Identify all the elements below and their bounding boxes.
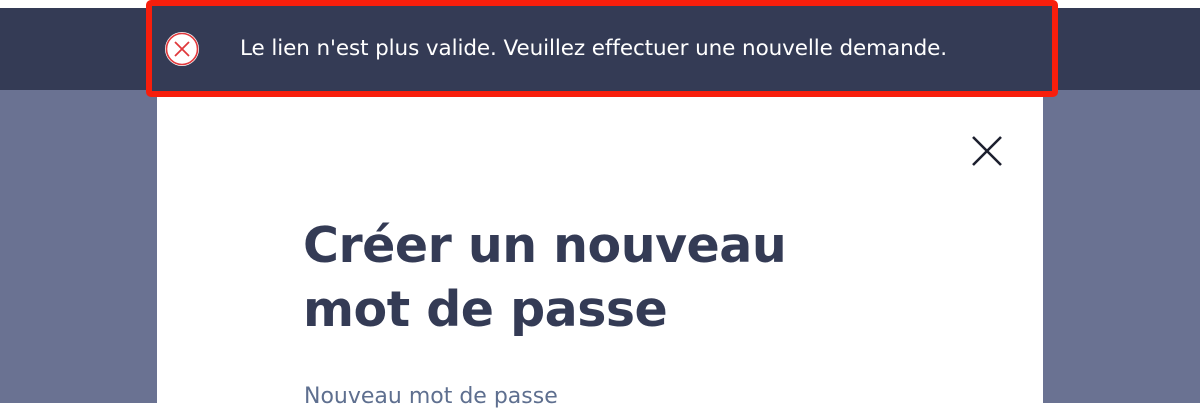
error-circle-icon: [164, 31, 200, 67]
new-password-label: Nouveau mot de passe: [304, 384, 558, 409]
create-password-modal: Créer un nouveau mot de passe Nouveau mo…: [157, 90, 1043, 420]
modal-title: Créer un nouveau mot de passe: [303, 217, 787, 338]
alert-message: Le lien n'est plus valide. Veuillez effe…: [240, 36, 948, 61]
close-icon: [972, 136, 1002, 166]
error-alert: Le lien n'est plus valide. Veuillez effe…: [146, 0, 1058, 97]
close-button[interactable]: [968, 132, 1006, 170]
